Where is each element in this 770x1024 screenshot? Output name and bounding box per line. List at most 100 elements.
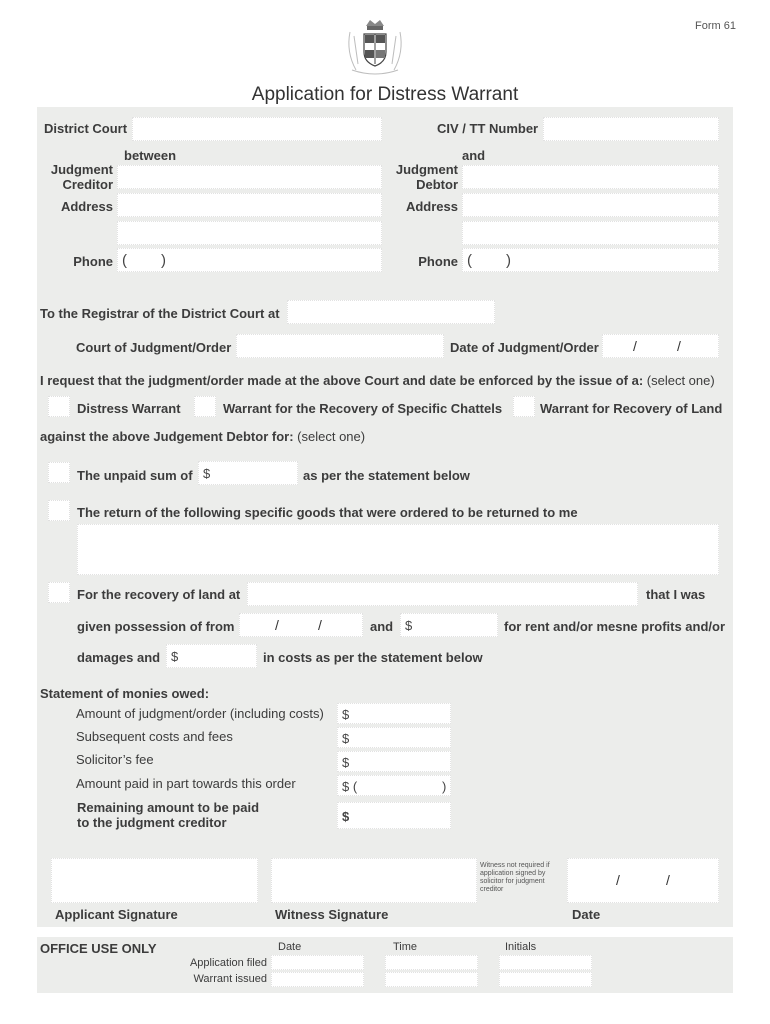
select-one-hint: (select one) — [646, 373, 715, 388]
debtor-address-line1-input[interactable] — [462, 193, 719, 217]
subsequent-costs-input[interactable]: $ — [337, 727, 451, 748]
judgment-debtor-input[interactable] — [462, 165, 719, 189]
costs-label: in costs as per the statement below — [263, 650, 483, 665]
warrant-issued-initials-input[interactable] — [499, 972, 592, 987]
district-court-input[interactable] — [132, 117, 382, 141]
witness-signature-label: Witness Signature — [275, 907, 389, 922]
statement-row-label: Solicitor’s fee — [76, 752, 154, 767]
debtor-address-line2-input[interactable] — [462, 221, 719, 245]
coat-of-arms-icon — [342, 12, 408, 78]
phone-open-paren: ( — [122, 252, 127, 269]
return-goods-checkbox[interactable] — [48, 500, 70, 521]
creditor-phone-label: Phone — [73, 254, 113, 269]
application-filed-initials-input[interactable] — [499, 955, 592, 970]
date-separator: / — [666, 872, 670, 888]
office-row-label: Application filed — [189, 957, 267, 969]
debtor-phone-input[interactable]: ( ) — [462, 248, 719, 272]
close-paren: ) — [442, 779, 447, 794]
debtor-label-line2: Debtor — [416, 177, 458, 192]
debtor-label-line1: Judgment — [395, 162, 458, 177]
date-of-judgment-input[interactable]: / / — [602, 334, 719, 358]
creditor-address-label: Address — [60, 199, 113, 214]
date-separator: / — [616, 872, 620, 888]
land-warrant-checkbox[interactable] — [513, 396, 535, 417]
judgment-amount-input[interactable]: $ — [337, 703, 451, 724]
creditor-address-line1-input[interactable] — [117, 193, 382, 217]
rent-amount-input[interactable]: $ — [400, 613, 498, 637]
registrar-label: To the Registrar of the District Court a… — [40, 306, 280, 321]
district-court-label: District Court — [44, 121, 128, 136]
civ-tt-number-input[interactable] — [543, 117, 719, 141]
creditor-label-line1: Judgment — [50, 162, 113, 177]
signature-date-input[interactable]: / / — [567, 858, 719, 903]
form-number: Form 61 — [695, 20, 736, 32]
unpaid-sum-checkbox[interactable] — [48, 462, 70, 483]
warrant-issued-time-input[interactable] — [385, 972, 478, 987]
remaining-label-line2: to the judgment creditor — [77, 815, 227, 830]
office-column-initials: Initials — [505, 941, 537, 953]
office-column-date: Date — [278, 941, 302, 953]
select-one-hint: (select one) — [297, 429, 366, 444]
amount-paid-input[interactable]: $ ( ) — [337, 775, 451, 796]
applicant-signature-label: Applicant Signature — [55, 907, 178, 922]
currency-symbol: $ — [405, 618, 413, 633]
damages-label: damages and — [77, 650, 161, 665]
application-filed-date-input[interactable] — [271, 955, 364, 970]
applicant-signature-box[interactable] — [51, 858, 258, 903]
unpaid-sum-input[interactable]: $ — [198, 461, 298, 485]
date-label: Date — [572, 907, 601, 922]
creditor-phone-input[interactable]: ( ) — [117, 248, 382, 272]
witness-note: Witness not required if application sign… — [480, 862, 550, 893]
possession-date-input[interactable]: / / — [239, 613, 363, 637]
request-text-bold: I request that the judgment/order made a… — [40, 373, 644, 388]
debtor-phone-label: Phone — [418, 254, 458, 269]
court-of-judgment-label: Court of Judgment/Order — [76, 340, 232, 355]
remaining-amount-label: Remaining amount to be paid to the judgm… — [77, 800, 259, 830]
phone-close-paren: ) — [506, 252, 511, 269]
rent-label: for rent and/or mesne profits and/or — [504, 619, 726, 634]
currency-symbol: $ — [342, 731, 350, 746]
judgment-debtor-label: Judgment Debtor — [388, 162, 458, 192]
office-row-label: Warrant issued — [193, 973, 267, 985]
statement-row-label: Subsequent costs and fees — [76, 729, 233, 744]
court-of-judgment-input[interactable] — [236, 334, 444, 358]
return-goods-label: The return of the following specific goo… — [77, 505, 578, 520]
against-text: against the above Judgement Debtor for: … — [40, 429, 365, 444]
land-warrant-label: Warrant for Recovery of Land — [540, 401, 723, 416]
goods-description-textarea[interactable] — [77, 524, 719, 575]
possession-label: given possession of from — [77, 619, 235, 634]
request-text: I request that the judgment/order made a… — [40, 373, 715, 388]
date-of-judgment-label: Date of Judgment/Order — [450, 340, 599, 355]
currency-symbol: $ — [342, 809, 350, 824]
witness-signature-box[interactable] — [271, 858, 477, 903]
warrant-issued-date-input[interactable] — [271, 972, 364, 987]
distress-warrant-checkbox[interactable] — [48, 396, 70, 417]
office-use-heading: OFFICE USE ONLY — [40, 941, 157, 956]
office-column-time: Time — [393, 941, 418, 953]
creditor-address-line2-input[interactable] — [117, 221, 382, 245]
and-label: and — [370, 619, 394, 634]
unpaid-sum-suffix: as per the statement below — [303, 468, 470, 483]
date-separator: / — [633, 338, 637, 354]
registrar-court-input[interactable] — [287, 300, 495, 324]
judgment-creditor-input[interactable] — [117, 165, 382, 189]
phone-open-paren: ( — [467, 252, 472, 269]
currency-symbol: $ — [342, 707, 350, 722]
remaining-amount-input[interactable]: $ — [337, 802, 451, 829]
costs-amount-input[interactable]: $ — [166, 644, 257, 668]
currency-symbol: $ — [203, 466, 211, 481]
currency-symbol: $ — [171, 649, 179, 664]
land-address-input[interactable] — [247, 582, 638, 606]
solicitor-fee-input[interactable]: $ — [337, 751, 451, 772]
currency-symbol: $ — [342, 755, 350, 770]
between-label: between — [124, 148, 177, 163]
recovery-land-checkbox[interactable] — [48, 582, 70, 603]
civ-tt-number-label: CIV / TT Number — [437, 121, 539, 136]
currency-symbol: $ ( — [342, 779, 358, 794]
application-filed-time-input[interactable] — [385, 955, 478, 970]
recovery-land-label: For the recovery of land at — [77, 587, 241, 602]
statement-heading: Statement of monies owed: — [40, 686, 210, 701]
chattels-warrant-checkbox[interactable] — [194, 396, 216, 417]
recovery-land-suffix: that I was — [646, 587, 706, 602]
statement-row-label: Amount of judgment/order (including cost… — [76, 706, 324, 721]
